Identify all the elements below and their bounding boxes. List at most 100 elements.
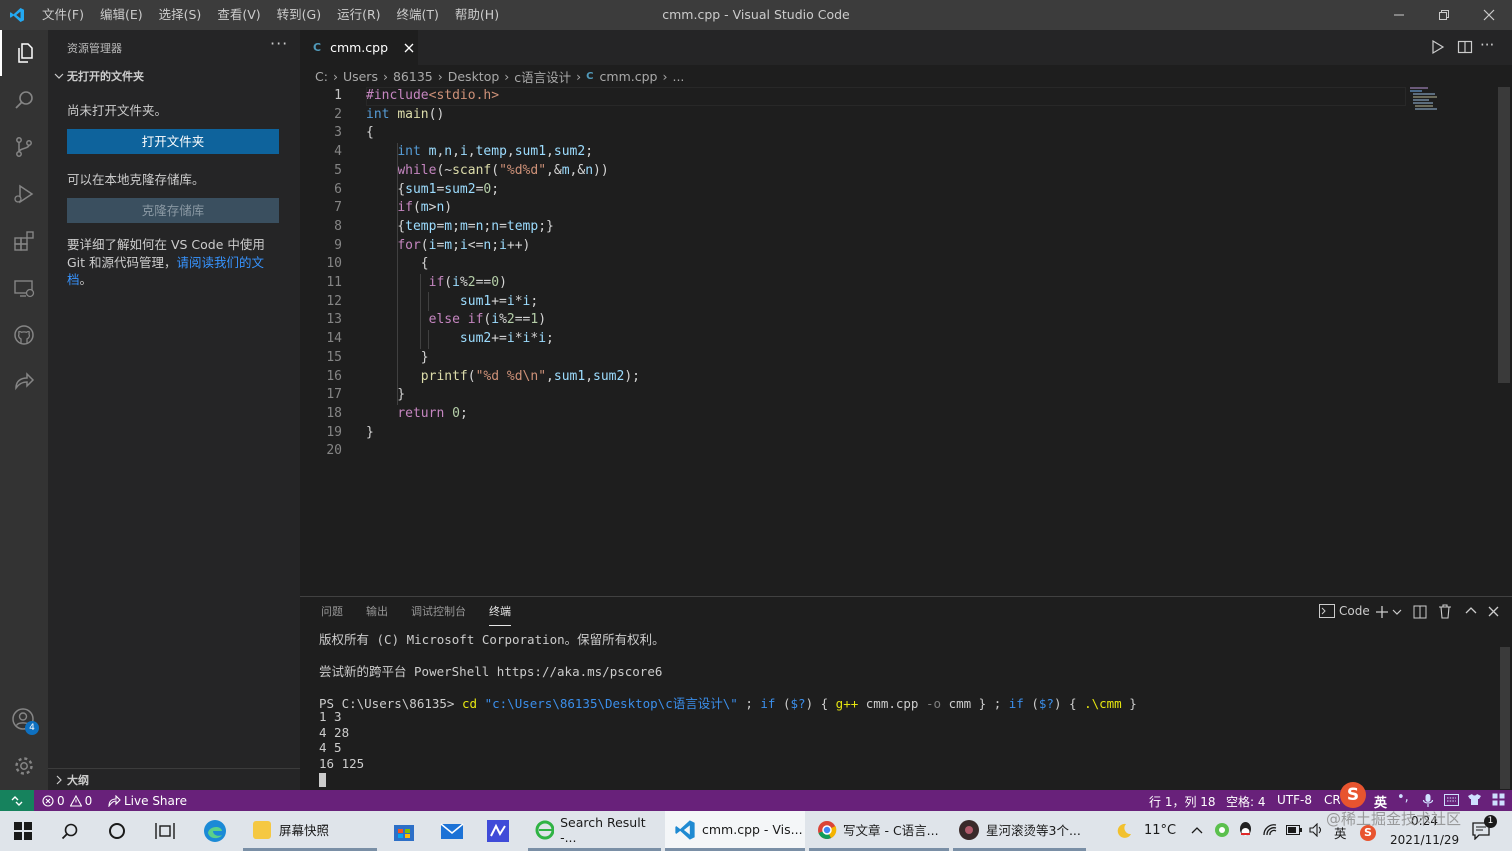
keyboard-icon[interactable] [1444, 794, 1459, 806]
live-share-activity[interactable] [0, 359, 48, 405]
tab-output[interactable]: 输出 [366, 597, 388, 627]
taskbar-app-screenshot[interactable]: 屏幕快照 [243, 811, 377, 851]
menu-run[interactable]: 运行(R) [329, 0, 388, 30]
tray-edge-icon[interactable] [1214, 822, 1230, 838]
chevron-up-icon[interactable] [1191, 826, 1203, 834]
split-editor-icon[interactable] [1457, 39, 1473, 55]
no-folder-section[interactable]: 无打开的文件夹 [52, 68, 144, 84]
line-number: 10 [326, 256, 342, 272]
tab-cmm-cpp[interactable]: C cmm.cpp [300, 30, 418, 65]
taskbar-app-chrome[interactable]: 写文章 - C语言... [809, 811, 949, 851]
typora-button[interactable] [487, 811, 509, 851]
line-ending[interactable]: CRLF [1324, 793, 1340, 807]
explorer-activity[interactable] [0, 30, 48, 76]
store-button[interactable] [393, 811, 415, 851]
menu-file[interactable]: 文件(F) [34, 0, 92, 30]
breadcrumb-file[interactable]: cmm.cpp [600, 69, 658, 84]
minimize-button[interactable] [1376, 0, 1422, 30]
menu-help[interactable]: 帮助(H) [447, 0, 507, 30]
breadcrumb-folder[interactable]: c语言设计 [514, 67, 571, 86]
close-tab-icon[interactable] [403, 42, 415, 54]
taskbar-app-label: 屏幕快照 [279, 823, 330, 838]
minimap[interactable] [1410, 87, 1440, 117]
skin-icon[interactable] [1467, 793, 1482, 806]
taskbar-app-search-result[interactable]: Search Result -... [528, 811, 661, 851]
github-activity[interactable] [0, 312, 48, 358]
terminal-scrollbar[interactable] [1500, 647, 1510, 789]
breadcrumb-drive[interactable]: C: [315, 69, 328, 84]
editor-tabs: C cmm.cpp ··· [300, 30, 1512, 65]
task-view-button[interactable] [155, 811, 175, 851]
temperature[interactable]: 11°C [1144, 823, 1176, 838]
volume-icon[interactable] [1309, 823, 1325, 837]
split-terminal-icon[interactable] [1413, 605, 1427, 619]
clock-date[interactable]: 2021/11/29 [1390, 833, 1459, 847]
microphone-icon[interactable] [1422, 793, 1434, 808]
remote-explorer-activity[interactable] [0, 265, 48, 311]
weather-moon-icon[interactable] [1116, 823, 1132, 839]
menu-view[interactable]: 查看(V) [209, 0, 268, 30]
network-icon[interactable] [1262, 823, 1278, 837]
battery-icon[interactable] [1286, 825, 1302, 835]
menu-go[interactable]: 转到(G) [269, 0, 329, 30]
live-share-status[interactable]: Live Share [108, 790, 187, 811]
taskbar-app-vscode[interactable]: cmm.cpp - Vis... [665, 811, 805, 851]
breadcrumb-separator-icon: › [382, 68, 388, 84]
more-actions-icon[interactable]: ··· [270, 34, 288, 53]
code-editor[interactable]: 1 2 3 4 5 6 7 8 9 10 11 12 13 14 15 16 17 18 19 20 #include… [300, 87, 1510, 592]
manage-activity[interactable] [0, 743, 48, 789]
search-activity[interactable] [0, 77, 48, 123]
toolbox-icon[interactable] [1492, 793, 1505, 806]
line-number: 4 [334, 144, 342, 160]
taskbar-app-music[interactable]: 星河滚烫等3个... [953, 811, 1086, 851]
new-terminal-icon[interactable] [1375, 605, 1389, 619]
cpp-file-icon: C [586, 70, 594, 82]
tab-debug-console[interactable]: 调试控制台 [411, 597, 466, 627]
remote-indicator[interactable] [0, 790, 34, 811]
run-code-icon[interactable] [1430, 39, 1446, 55]
breadcrumb-user[interactable]: 86135 [393, 69, 433, 84]
tab-problems[interactable]: 问题 [321, 597, 343, 627]
menu-edit[interactable]: 编辑(E) [92, 0, 151, 30]
extensions-activity[interactable] [0, 218, 48, 264]
run-debug-activity[interactable] [0, 171, 48, 217]
cortana-button[interactable] [108, 811, 126, 851]
indentation[interactable]: 空格: 4 [1226, 793, 1266, 810]
encoding[interactable]: UTF-8 [1277, 793, 1312, 807]
restore-button[interactable] [1421, 0, 1467, 30]
accounts-activity[interactable]: 4 [0, 697, 48, 743]
editor-scrollbar[interactable] [1498, 87, 1510, 383]
open-folder-button[interactable]: 打开文件夹 [67, 129, 279, 154]
breadcrumb-symbols[interactable]: ... [672, 69, 684, 84]
editor-more-icon[interactable]: ··· [1480, 36, 1494, 54]
search-button[interactable] [61, 811, 79, 851]
clone-repository-button[interactable]: 克隆存储库 [67, 198, 279, 223]
line-number: 6 [334, 181, 342, 197]
close-window-button[interactable] [1466, 0, 1512, 30]
source-control-activity[interactable] [0, 124, 48, 170]
line-number: 2 [334, 106, 342, 122]
terminal-selector[interactable]: Code [1319, 604, 1370, 618]
chevron-down-icon[interactable] [1392, 608, 1402, 616]
mail-button[interactable] [440, 811, 464, 851]
cursor-position[interactable]: 行 1，列 18 [1149, 793, 1216, 810]
start-button[interactable] [14, 811, 32, 851]
menu-selection[interactable]: 选择(S) [151, 0, 210, 30]
breadcrumb-users[interactable]: Users [343, 69, 378, 84]
sogou-ime-icon[interactable]: S [1340, 782, 1366, 808]
trash-icon[interactable] [1438, 604, 1452, 619]
breadcrumb-desktop[interactable]: Desktop [448, 69, 500, 84]
punctuation-icon[interactable]: •, [1397, 790, 1409, 805]
tab-terminal[interactable]: 终端 [489, 597, 511, 626]
menu-terminal[interactable]: 终端(T) [389, 0, 447, 30]
qq-icon[interactable] [1238, 821, 1253, 839]
outline-section[interactable]: 大纲 [52, 772, 89, 788]
task-view-icon [155, 823, 175, 839]
edge-button[interactable] [203, 811, 227, 851]
problems-indicator[interactable]: 0 0 [42, 790, 92, 811]
chevron-up-icon[interactable] [1465, 606, 1477, 616]
close-panel-icon[interactable] [1488, 606, 1499, 617]
code-line: sum1+=i*i; [459, 293, 539, 309]
live-share-icon [15, 372, 35, 391]
vscode-logo-icon[interactable] [0, 0, 34, 30]
